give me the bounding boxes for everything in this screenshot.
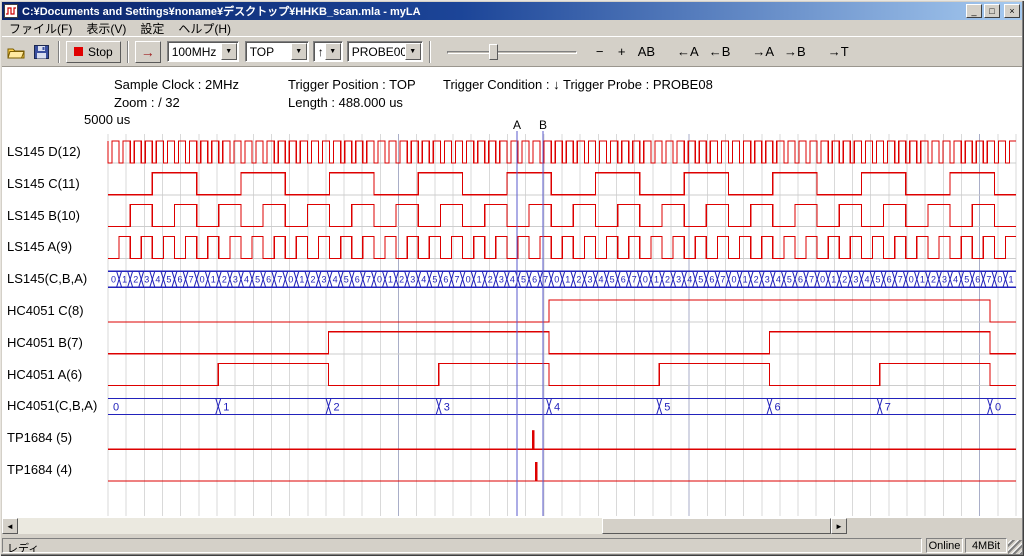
next-edge-b-button[interactable]: →B	[779, 41, 811, 63]
trigger-condition-text: Trigger Condition : ↓	[443, 77, 560, 92]
cursor-a-label[interactable]: A	[511, 118, 523, 132]
application-window: C:¥Documents and Settings¥noname¥デスクトップ¥…	[0, 0, 1024, 556]
waveform-viewport[interactable]	[2, 66, 1022, 518]
dropdown-button[interactable]: ▼	[325, 43, 341, 60]
dropdown-button[interactable]: ▼	[291, 43, 307, 60]
close-button[interactable]: ×	[1004, 4, 1020, 18]
trigger-position-value: TOP	[246, 45, 291, 59]
dropdown-arrow-icon: ▼	[225, 48, 232, 55]
sample-rate-combobox[interactable]: 100MHz ▼	[167, 41, 239, 62]
length-text: Length : 488.000 us	[288, 95, 403, 110]
dropdown-button[interactable]: ▼	[405, 43, 421, 60]
scroll-right-arrow-icon: ►	[835, 522, 843, 531]
status-online-badge: Online	[926, 538, 963, 553]
horizontal-scrollbar[interactable]: ◄ ►	[2, 518, 847, 534]
next-edge-a-button[interactable]: →A	[747, 41, 779, 63]
slider-thumb[interactable]	[489, 44, 498, 60]
status-ready-text: レディ	[2, 538, 922, 553]
scroll-right-button[interactable]: ►	[831, 518, 847, 534]
slider-track	[447, 51, 577, 54]
run-button[interactable]: →	[135, 41, 161, 63]
scrollbar-filler	[847, 518, 1022, 534]
cursor-nav-buttons: −+AB ←A←B →A→B →T	[589, 41, 854, 63]
cursor-b-label[interactable]: B	[537, 118, 549, 132]
maximize-button[interactable]: □	[984, 4, 1000, 18]
toolbar: Stop → 100MHz ▼ TOP ▼ ↑ ▼ PROBE00 ▼ −+AB…	[2, 36, 1022, 66]
dropdown-arrow-icon: ▼	[329, 48, 336, 55]
channel-label-hc4051-bus: HC4051(C,B,A)	[7, 398, 97, 413]
trigger-probe-value: PROBE00	[348, 45, 405, 59]
menu-help[interactable]: ヘルプ(H)	[171, 19, 238, 38]
trigger-edge-value: ↑	[314, 45, 325, 59]
zoom-out-button[interactable]: −	[589, 41, 611, 63]
scrollbar-thumb[interactable]	[602, 518, 831, 534]
cursor-ab-button[interactable]: AB	[633, 41, 660, 63]
zoom-text: Zoom : / 32	[114, 95, 180, 110]
prev-edge-b-button[interactable]: ←B	[704, 41, 736, 63]
channel-label-ls145-bus: LS145(C,B,A)	[7, 271, 87, 286]
toolbar-separator	[429, 41, 431, 63]
prev-edge-a-button[interactable]: ←A	[672, 41, 704, 63]
trigger-position-combobox[interactable]: TOP ▼	[245, 41, 309, 62]
trigger-probe-text: Trigger Probe : PROBE08	[563, 77, 713, 92]
sample-rate-value: 100MHz	[168, 45, 221, 59]
trigger-probe-combobox[interactable]: PROBE00 ▼	[347, 41, 423, 62]
menu-bar: ファイル(F)表示(V)設定ヘルプ(H)	[2, 20, 1022, 36]
channel-label-tp1684-4: TP1684 (4)	[7, 462, 72, 477]
trigger-edge-combobox[interactable]: ↑ ▼	[313, 41, 343, 62]
menu-settings[interactable]: 設定	[133, 19, 171, 38]
dropdown-arrow-icon: ▼	[409, 48, 416, 55]
channel-label-ls145-a9: LS145 A(9)	[7, 239, 72, 254]
channel-label-ls145-b10: LS145 B(10)	[7, 208, 80, 223]
title-bar[interactable]: C:¥Documents and Settings¥noname¥デスクトップ¥…	[2, 2, 1022, 20]
channel-label-column: LS145 D(12) LS145 C(11) LS145 B(10) LS145 A…	[0, 0, 106, 556]
channel-label-tp1684-5: TP1684 (5)	[7, 430, 72, 445]
minimize-button[interactable]: _	[966, 4, 982, 18]
run-arrow-icon: →	[141, 44, 155, 60]
status-memory-badge: 4MBit	[965, 538, 1007, 553]
toolbar-separator	[127, 41, 129, 63]
window-title: C:¥Documents and Settings¥noname¥デスクトップ¥…	[22, 3, 964, 19]
zoom-in-button[interactable]: +	[611, 41, 633, 63]
dropdown-arrow-icon: ▼	[295, 48, 302, 55]
status-bar: レディ Online 4MBit	[2, 538, 1022, 554]
resize-grip[interactable]	[1008, 540, 1022, 554]
channel-label-ls145-c11: LS145 C(11)	[7, 176, 80, 191]
dropdown-button[interactable]: ▼	[221, 43, 237, 60]
channel-label-hc4051-c8: HC4051 C(8)	[7, 303, 84, 318]
goto-trigger-button[interactable]: →T	[823, 41, 854, 63]
sample-clock-text: Sample Clock : 2MHz	[114, 77, 239, 92]
channel-label-ls145-d12: LS145 D(12)	[7, 144, 81, 159]
trigger-position-text: Trigger Position : TOP	[288, 77, 416, 92]
zoom-slider[interactable]	[447, 41, 577, 63]
channel-label-hc4051-b7: HC4051 B(7)	[7, 335, 83, 350]
channel-label-hc4051-a6: HC4051 A(6)	[7, 367, 82, 382]
